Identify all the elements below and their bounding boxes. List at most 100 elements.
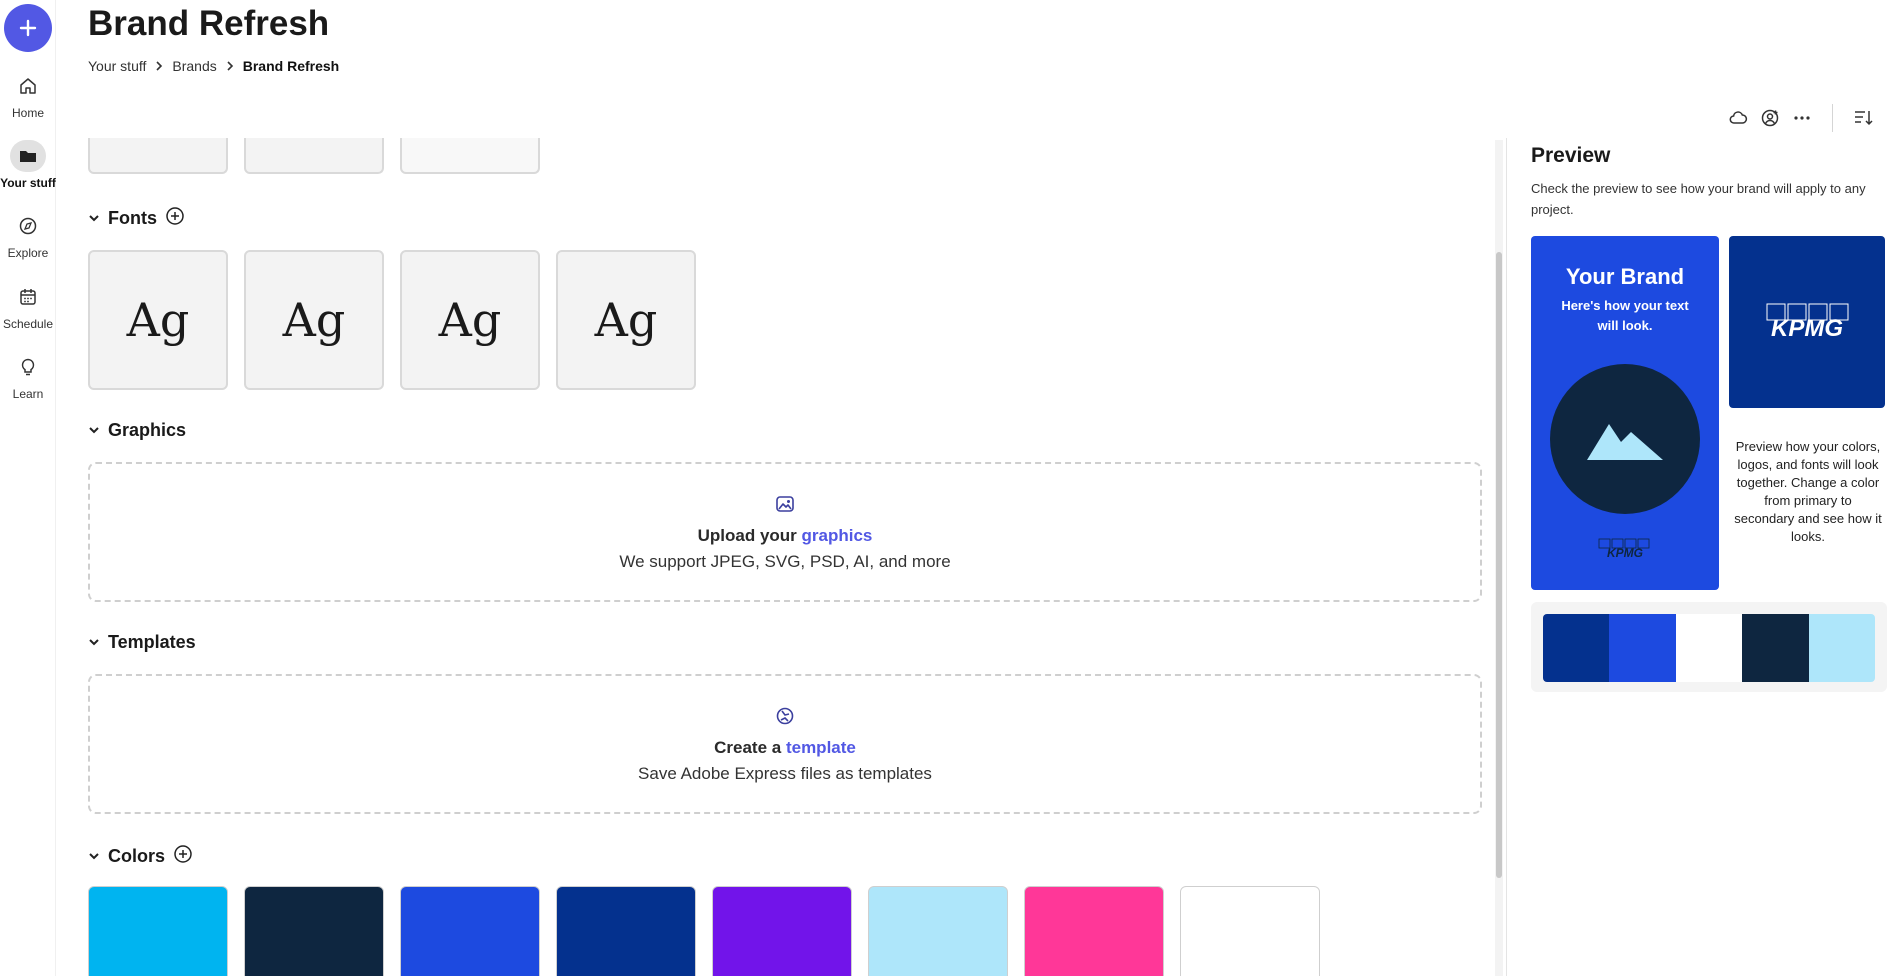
color-swatch[interactable] [556,886,696,976]
preview-panel: Preview Check the preview to see how you… [1506,138,1894,976]
font-card[interactable]: Ag [88,250,228,390]
font-sample: Ag [594,293,658,347]
font-card[interactable]: Ag [244,250,384,390]
nav-your-stuff-label: Your stuff [0,176,56,190]
left-rail: Home Your stuff Explore Schedule Learn [0,0,56,976]
nav-home-label: Home [11,106,44,120]
preview-description: Check the preview to see how your brand … [1531,181,1866,217]
color-swatch[interactable] [1024,886,1164,976]
palette-color[interactable] [1543,614,1610,682]
graphics-link[interactable]: graphics [802,526,873,545]
breadcrumb-your-stuff[interactable]: Your stuff [88,58,146,74]
font-card[interactable]: Ag [400,250,540,390]
add-circle-icon [174,845,192,863]
nav-learn-label: Learn [12,387,44,401]
logo-preview-card: KPMG [1729,236,1885,408]
logo-card[interactable] [244,138,384,174]
templates-support-text: Save Adobe Express files as templates [638,763,932,783]
palette-color[interactable] [1675,614,1743,682]
home-icon [20,78,36,94]
add-color-button[interactable] [173,844,193,869]
compass-icon [19,217,37,235]
graphics-section-header[interactable]: Graphics [88,420,186,441]
nav-schedule-label: Schedule [2,317,54,331]
palette-color[interactable] [1808,614,1875,682]
logo-text: KPMG [1771,315,1843,342]
preview-note: Preview how your colors, logos, and font… [1734,439,1882,544]
templates-create-area[interactable]: Create a template Save Adobe Express fil… [88,674,1482,814]
graphics-heading: Graphics [108,420,187,440]
kpmg-logo: KPMG [1766,303,1849,342]
chevron-right-icon [227,61,233,71]
colors-heading: Colors [108,846,166,866]
cloud-button[interactable] [1728,106,1748,130]
lightbulb-icon [21,358,35,376]
brand-preview-card: Your Brand Here's how your text will loo… [1531,236,1719,590]
font-sample: Ag [126,293,190,347]
color-swatch[interactable] [244,886,384,976]
chevron-down-icon [89,639,99,646]
brand-content: Fonts Ag Ag Ag Ag Graphics Upload your g… [88,138,1488,976]
add-font-button[interactable] [165,206,185,231]
page-title: Brand Refresh [88,4,330,43]
color-swatch[interactable] [1180,886,1320,976]
breadcrumb-current: Brand Refresh [242,58,340,74]
colors-section-header[interactable]: Colors [88,844,193,869]
palette-preview [1531,602,1887,692]
nav-explore-label: Explore [7,246,49,260]
fonts-section-header[interactable]: Fonts [88,206,185,231]
brand-subtitle: Here's how your text will look. [1561,298,1689,333]
font-card[interactable]: Ag [556,250,696,390]
templates-create-title: Create a template [714,737,856,757]
image-placeholder [1550,364,1700,514]
chevron-right-icon [156,61,163,71]
more-icon [1794,116,1810,120]
nav-learn[interactable]: Learn [0,351,56,401]
add-circle-icon [166,207,184,225]
more-options-button[interactable] [1792,106,1812,130]
breadcrumb-brands[interactable]: Brands [172,58,216,74]
logo-text-small: KPMG [1607,546,1643,560]
calendar-icon [20,289,36,305]
brand-title: Your Brand [1565,264,1685,289]
folder-icon [20,151,36,162]
user-add-icon [1761,109,1779,127]
logo-card[interactable] [400,138,540,174]
logo-card[interactable] [88,138,228,174]
palette-color[interactable] [1609,614,1676,682]
preview-title: Preview [1531,144,1611,167]
color-swatch[interactable] [868,886,1008,976]
create-new-button[interactable] [4,4,52,52]
font-sample: Ag [438,293,502,347]
image-icon [776,495,794,512]
nav-your-stuff[interactable]: Your stuff [0,140,56,190]
template-icon [776,707,794,724]
cloud-icon [1729,111,1748,124]
color-swatch[interactable] [712,886,852,976]
plus-icon [19,19,37,37]
font-sample: Ag [282,293,346,347]
fonts-heading: Fonts [108,208,157,228]
kpmg-logo-small: KPMG [1598,538,1650,560]
nav-schedule[interactable]: Schedule [0,281,56,331]
breadcrumb: Your stuff Brands Brand Refresh [88,58,339,74]
graphics-upload-title: Upload your graphics [697,525,873,545]
color-swatch[interactable] [88,886,228,976]
chevron-down-icon [89,853,99,860]
scrollbar-thumb[interactable] [1496,252,1502,878]
graphics-support-text: We support JPEG, SVG, PSD, AI, and more [619,551,951,571]
toolbar-divider [1832,104,1833,132]
nav-home[interactable]: Home [0,70,56,120]
sort-button[interactable] [1853,106,1873,130]
templates-heading: Templates [108,632,196,652]
palette-color[interactable] [1742,614,1809,682]
graphics-upload-area[interactable]: Upload your graphics We support JPEG, SV… [88,462,1482,602]
chevron-down-icon [89,427,99,434]
toolbar [1728,104,1873,132]
template-link[interactable]: template [786,738,856,757]
mountain-icon [1587,424,1663,460]
color-swatch[interactable] [400,886,540,976]
nav-explore[interactable]: Explore [0,210,56,260]
templates-section-header[interactable]: Templates [88,632,196,653]
share-user-button[interactable] [1760,106,1780,130]
